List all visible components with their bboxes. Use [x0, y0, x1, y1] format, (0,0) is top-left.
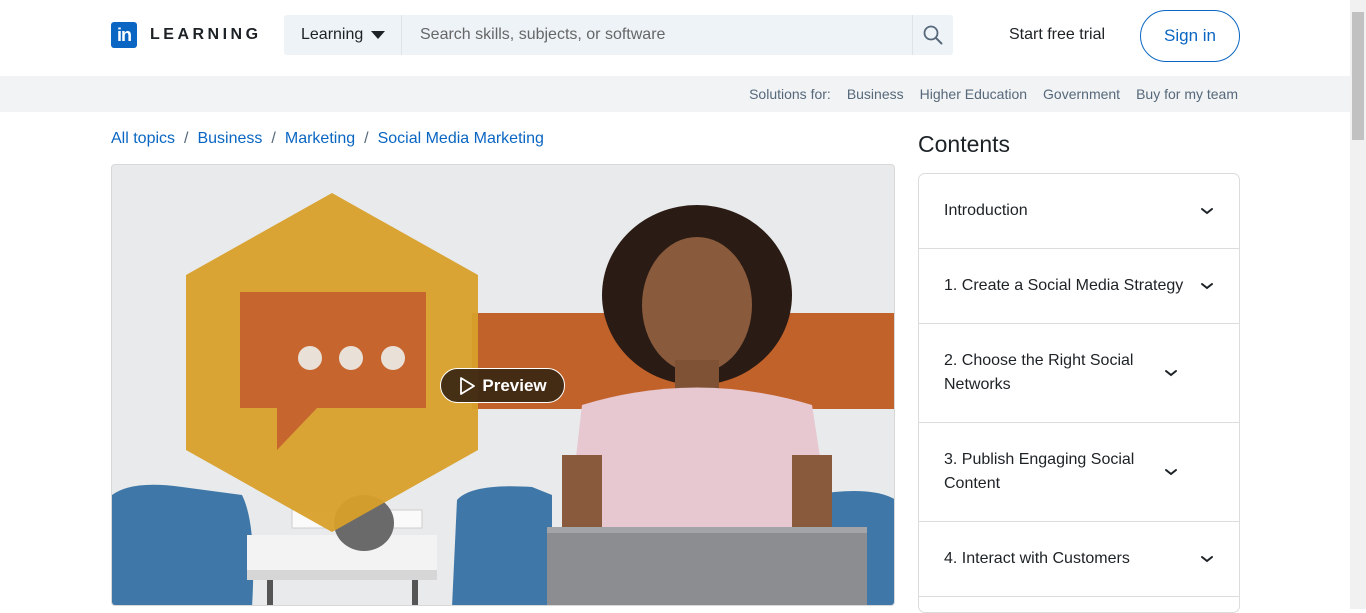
- search-button[interactable]: [912, 15, 953, 55]
- chevron-down-icon: [1201, 556, 1213, 563]
- chevron-down-icon: [1165, 469, 1177, 476]
- chevron-down-icon: [1165, 370, 1177, 377]
- contents-section-introduction[interactable]: Introduction: [919, 174, 1239, 249]
- solutions-link-higher-education[interactable]: Higher Education: [920, 86, 1027, 102]
- contents-section-4[interactable]: 4. Interact with Customers: [919, 522, 1239, 597]
- breadcrumb-separator: /: [271, 130, 276, 147]
- linkedin-learning-logo[interactable]: in LEARNING: [111, 22, 262, 48]
- start-free-trial-link[interactable]: Start free trial: [1009, 26, 1105, 44]
- solutions-bar: Solutions for: Business Higher Education…: [0, 76, 1350, 112]
- scrollbar-thumb[interactable]: [1352, 12, 1364, 140]
- search-category-dropdown[interactable]: Learning: [284, 15, 402, 55]
- search-icon: [923, 25, 943, 45]
- breadcrumb-separator: /: [184, 130, 189, 147]
- breadcrumb-marketing[interactable]: Marketing: [285, 130, 355, 148]
- contents-panel: Introduction 1. Create a Social Media St…: [918, 173, 1240, 613]
- solutions-link-government[interactable]: Government: [1043, 86, 1120, 102]
- breadcrumb-business[interactable]: Business: [197, 130, 262, 148]
- chevron-down-icon: [1201, 208, 1213, 215]
- section-label: 1. Create a Social Media Strategy: [944, 277, 1184, 294]
- solutions-link-buy-for-team[interactable]: Buy for my team: [1136, 86, 1238, 102]
- play-icon: [460, 376, 476, 395]
- contents-section-1[interactable]: 1. Create a Social Media Strategy: [919, 249, 1239, 324]
- breadcrumb-all-topics[interactable]: All topics: [111, 130, 175, 148]
- solutions-link-business[interactable]: Business: [847, 86, 904, 102]
- contents-section-2[interactable]: 2. Choose the Right Social Networks: [919, 324, 1239, 423]
- search-category-label: Learning: [301, 26, 364, 43]
- contents-heading: Contents: [918, 131, 1011, 157]
- linkedin-logo-icon: in: [111, 22, 137, 48]
- section-label: 3. Publish Engaging Social Content: [944, 451, 1135, 492]
- top-header: in LEARNING Learning Start free trial Si…: [0, 0, 1350, 76]
- preview-label: Preview: [482, 375, 547, 395]
- search-bar: Learning: [284, 15, 953, 55]
- breadcrumb-social-media-marketing[interactable]: Social Media Marketing: [378, 130, 544, 148]
- sign-in-button[interactable]: Sign in: [1140, 10, 1240, 62]
- solutions-label: Solutions for:: [749, 86, 831, 102]
- section-label: 4. Interact with Customers: [944, 550, 1130, 567]
- contents-section-3[interactable]: 3. Publish Engaging Social Content: [919, 423, 1239, 522]
- caret-down-icon: [371, 31, 386, 39]
- course-video-thumbnail[interactable]: Preview: [111, 164, 895, 606]
- breadcrumb: All topics / Business / Marketing / Soci…: [111, 130, 544, 148]
- preview-button[interactable]: Preview: [440, 368, 565, 403]
- section-label: 2. Choose the Right Social Networks: [944, 352, 1134, 393]
- page-scrollbar[interactable]: [1350, 0, 1366, 609]
- search-input[interactable]: [402, 15, 912, 55]
- breadcrumb-separator: /: [364, 130, 369, 147]
- chevron-down-icon: [1201, 283, 1213, 290]
- logo-wordmark: LEARNING: [150, 26, 262, 43]
- section-label: Introduction: [944, 202, 1028, 219]
